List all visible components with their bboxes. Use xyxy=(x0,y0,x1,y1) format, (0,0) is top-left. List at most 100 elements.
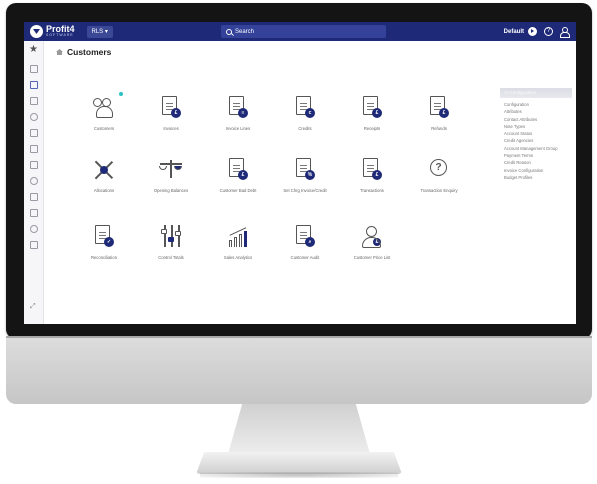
config-item[interactable]: Note Types xyxy=(504,123,572,130)
config-item[interactable]: Budget Profiles xyxy=(504,174,572,181)
tile-label: Receipts xyxy=(363,126,381,131)
tile-label: Customers xyxy=(93,126,115,131)
tile-credits[interactable]: c Credits xyxy=(275,96,335,146)
top-right-controls: Default ? xyxy=(504,22,570,41)
config-item[interactable]: Account Status xyxy=(504,130,572,137)
config-item[interactable]: Account Management Group xyxy=(504,145,572,152)
home-icon[interactable] xyxy=(56,49,63,55)
invoice-lines-icon: ≡ xyxy=(225,96,251,120)
tile-label: Sales Analytics xyxy=(223,255,253,260)
question-icon: ? xyxy=(426,158,452,182)
tile-control-totals[interactable]: Control Totals xyxy=(141,225,201,275)
config-panel-header: A/ Configuration xyxy=(500,88,572,98)
tile-invoices[interactable]: £ Invoices xyxy=(141,96,201,146)
nav-inventory-icon[interactable] xyxy=(30,145,38,153)
invoice-icon: £ xyxy=(158,96,184,120)
tile-receipts[interactable]: £ Receipts xyxy=(342,96,402,146)
tile-opening-balances[interactable]: Opening Balances xyxy=(141,158,201,208)
tile-label: Invoices xyxy=(163,126,179,131)
nav-projects-icon[interactable] xyxy=(30,193,38,201)
nav-fixed-assets-icon[interactable] xyxy=(30,177,38,185)
nav-bank-icon[interactable] xyxy=(30,209,38,217)
nav-sales-icon[interactable] xyxy=(30,161,38,169)
transactions-icon: £ xyxy=(359,158,385,182)
tile-label: Transactions xyxy=(360,188,384,193)
expand-nav-icon[interactable]: ⤢ xyxy=(30,303,36,311)
tile-sales-analytics[interactable]: Sales Analytics xyxy=(208,225,268,275)
tile-customer-bad-debt[interactable]: £ Customer Bad Debt xyxy=(208,158,268,208)
profile-label[interactable]: Default xyxy=(504,29,524,35)
monitor-scene: Profit4 SOFTWARE RLS ▾ Search Default ? … xyxy=(0,0,597,484)
tile-label: Refunds xyxy=(431,126,447,131)
logo-subtitle: SOFTWARE xyxy=(46,33,74,38)
logo-mark-icon xyxy=(30,25,43,38)
search-placeholder: Search xyxy=(235,28,255,35)
config-item[interactable]: Payment Terms xyxy=(504,152,572,159)
scale-icon xyxy=(158,158,184,182)
tile-label: Credits xyxy=(298,126,312,131)
bar-chart-icon xyxy=(225,225,251,249)
user-icon[interactable] xyxy=(560,27,570,38)
tile-label: Transaction Enquiry xyxy=(420,188,458,193)
nav-settings-icon[interactable] xyxy=(30,241,38,249)
company-selector[interactable]: RLS ▾ xyxy=(86,25,113,38)
search-icon xyxy=(226,28,232,35)
tile-refunds[interactable]: £ Refunds xyxy=(409,96,469,146)
receipts-icon: £ xyxy=(359,96,385,120)
app-screen: Profit4 SOFTWARE RLS ▾ Search Default ? … xyxy=(24,22,576,324)
refunds-icon: £ xyxy=(426,96,452,120)
favorites-star-icon[interactable]: ★ xyxy=(29,45,38,55)
tile-label: Set Chrg Invoice/Credit xyxy=(283,188,327,193)
nav-time-icon[interactable] xyxy=(30,225,38,233)
config-item[interactable]: Invoice Configuration xyxy=(504,167,572,174)
tile-reconciliation[interactable]: ✓ Reconciliation xyxy=(74,225,134,275)
tile-label: Customer Price List xyxy=(353,255,391,260)
left-nav: ★ ⤢ xyxy=(24,41,44,324)
monitor-foot xyxy=(196,452,402,474)
tile-transactions[interactable]: £ Transactions xyxy=(342,158,402,208)
set-charge-icon: % xyxy=(292,158,318,182)
main-content: Customers Customers £ Invoices ≡ Invoice… xyxy=(44,41,576,324)
tile-invoice-lines[interactable]: ≡ Invoice Lines xyxy=(208,96,268,146)
price-list-icon: £ xyxy=(359,225,385,249)
monitor-shadow xyxy=(200,472,398,478)
reconciliation-icon: ✓ xyxy=(91,225,117,249)
allocations-icon xyxy=(91,158,117,182)
top-bar: Profit4 SOFTWARE RLS ▾ Search Default ? xyxy=(24,22,576,41)
new-indicator-icon xyxy=(119,92,123,96)
tile-label: Opening Balances xyxy=(153,188,189,193)
tile-transaction-enquiry[interactable]: ? Transaction Enquiry xyxy=(409,158,469,208)
nav-general-ledger-icon[interactable] xyxy=(30,65,38,73)
config-panel: A/ Configuration Configuration Attribute… xyxy=(500,88,572,218)
app-logo[interactable]: Profit4 SOFTWARE xyxy=(30,25,75,38)
nav-suppliers-icon[interactable] xyxy=(30,97,38,105)
bad-debt-icon: £ xyxy=(225,158,251,182)
nav-customers-icon[interactable] xyxy=(30,81,38,89)
tile-customers[interactable]: Customers xyxy=(74,92,134,146)
nav-purchasing-icon[interactable] xyxy=(30,129,38,137)
audit-icon: ⌕ xyxy=(292,225,318,249)
page-title: Customers xyxy=(67,47,112,57)
profile-menu-icon[interactable] xyxy=(528,27,537,36)
monitor-chin xyxy=(6,336,592,404)
config-item[interactable]: Credit Reason xyxy=(504,159,572,166)
tile-allocations[interactable]: Allocations xyxy=(74,158,134,208)
tile-label: Customer Bad Debt xyxy=(219,188,257,193)
tile-customer-price-list[interactable]: £ Customer Price List xyxy=(342,225,402,275)
config-list: Configuration Attributes Contact Attribu… xyxy=(500,98,572,181)
sliders-icon xyxy=(158,225,184,249)
search-input[interactable]: Search xyxy=(221,25,386,38)
tile-customer-audit[interactable]: ⌕ Customer Audit xyxy=(275,225,335,275)
config-item[interactable]: Attributes xyxy=(504,108,572,115)
tile-label: Allocations xyxy=(93,188,115,193)
help-icon[interactable]: ? xyxy=(544,27,553,36)
tile-label: Control Totals xyxy=(158,255,184,260)
page-header: Customers xyxy=(56,47,111,57)
config-item[interactable]: Contact Attributes xyxy=(504,116,572,123)
people-icon xyxy=(91,92,123,120)
tile-label: Customer Audit xyxy=(290,255,320,260)
config-item[interactable]: Configuration xyxy=(504,101,572,108)
tile-set-charge[interactable]: % Set Chrg Invoice/Credit xyxy=(275,158,335,208)
config-item[interactable]: Credit Agencies xyxy=(504,137,572,144)
nav-cashbook-icon[interactable] xyxy=(30,113,38,121)
